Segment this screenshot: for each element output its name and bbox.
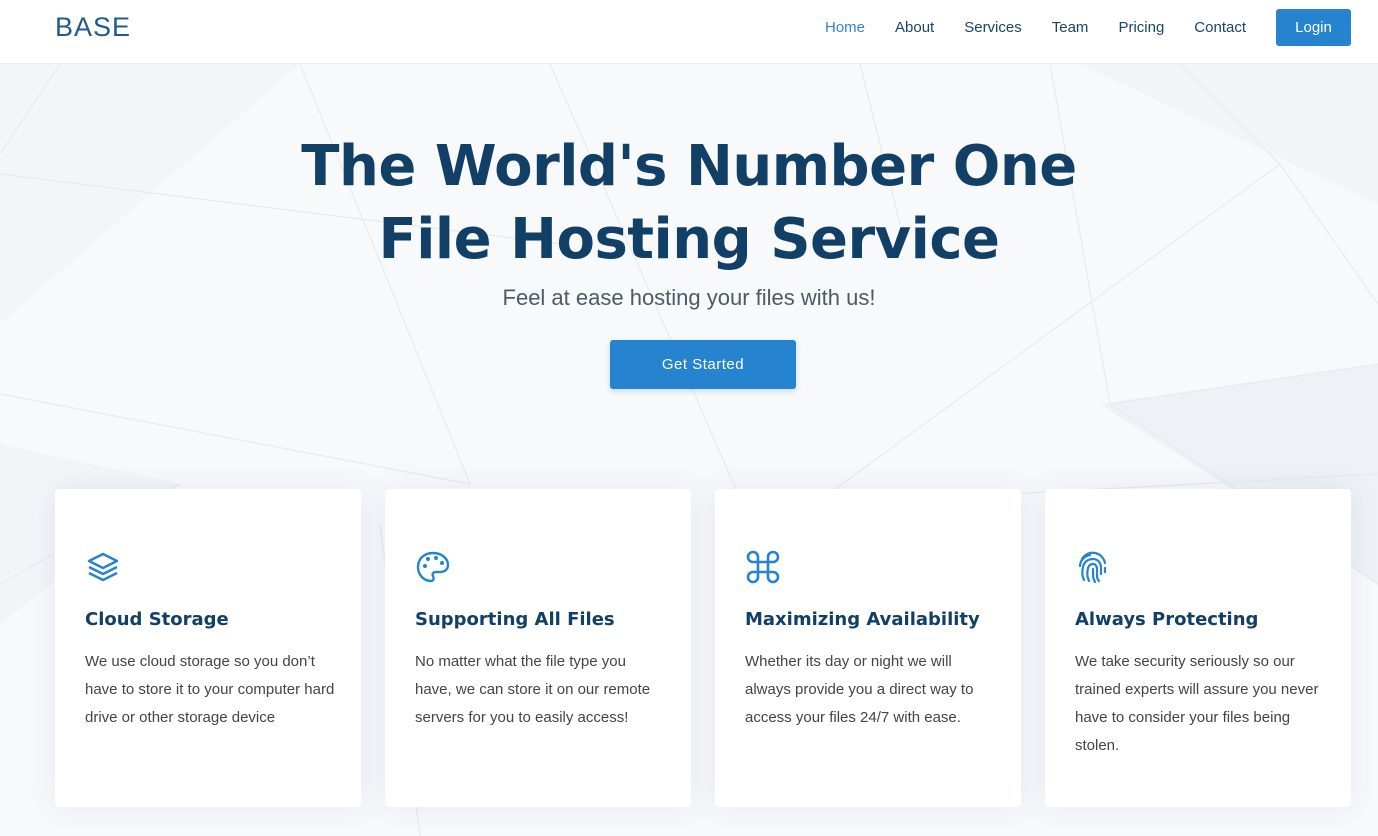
login-button[interactable]: Login: [1276, 9, 1351, 46]
nav-team[interactable]: Team: [1052, 19, 1089, 36]
hero-subtitle: Feel at ease hosting your files with us!: [502, 285, 876, 310]
hero-title: The World's Number One File Hosting Serv…: [0, 130, 1378, 276]
palette-icon: [416, 551, 450, 583]
top-navbar: BASE Home About Services Team Pricing Co…: [0, 0, 1378, 64]
fingerprint-icon: [1078, 551, 1107, 584]
feature-description: No matter what the file type you have, w…: [415, 653, 651, 726]
get-started-button[interactable]: Get Started: [610, 340, 796, 389]
feature-title: Always Protecting: [1075, 609, 1259, 630]
feature-title: Cloud Storage: [85, 609, 229, 630]
main-nav: Home About Services Team Pricing Contact…: [795, 9, 1351, 46]
command-icon: [746, 550, 780, 584]
feature-card-cloud-storage: Cloud Storage We use cloud storage so yo…: [55, 489, 361, 807]
nav-contact[interactable]: Contact: [1194, 19, 1246, 36]
nav-services[interactable]: Services: [964, 19, 1022, 36]
feature-description: We take security seriously so our traine…: [1075, 653, 1319, 754]
hero-title-line-2: File Hosting Service: [378, 207, 1000, 272]
feature-title: Maximizing Availability: [745, 609, 980, 630]
nav-about[interactable]: About: [895, 19, 934, 36]
nav-home[interactable]: Home: [825, 19, 865, 36]
layers-icon: [87, 552, 119, 582]
feature-card-availability: Maximizing Availability Whether its day …: [715, 489, 1021, 807]
brand-logo[interactable]: BASE: [55, 12, 131, 43]
page: BASE Home About Services Team Pricing Co…: [0, 0, 1378, 836]
nav-pricing[interactable]: Pricing: [1118, 19, 1164, 36]
feature-card-protecting: Always Protecting We take security serio…: [1045, 489, 1351, 807]
feature-title: Supporting All Files: [415, 609, 615, 630]
hero-title-line-1: The World's Number One: [301, 134, 1077, 199]
feature-description: We use cloud storage so you don’t have t…: [85, 653, 335, 726]
feature-card-all-files: Supporting All Files No matter what the …: [385, 489, 691, 807]
feature-description: Whether its day or night we will always …: [745, 653, 974, 726]
